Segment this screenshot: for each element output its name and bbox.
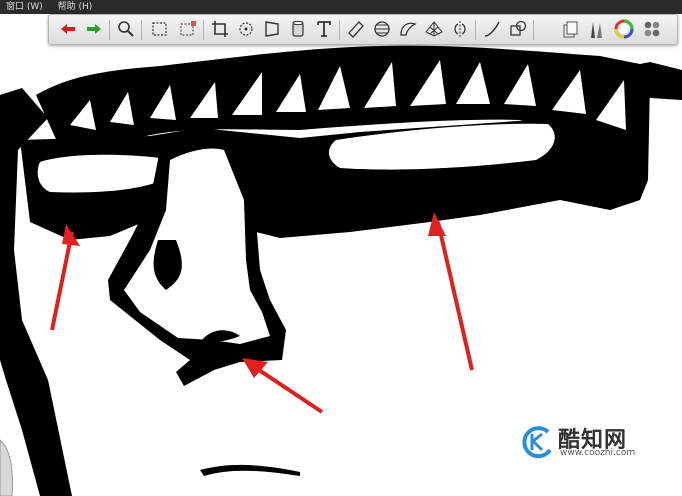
toolbar-separator: [533, 20, 534, 40]
toolbar-separator: [141, 20, 142, 40]
color-wheel-icon[interactable]: [613, 18, 635, 40]
ruler-icon[interactable]: [345, 18, 367, 40]
symmetry-icon[interactable]: [449, 18, 471, 40]
undo-icon[interactable]: [57, 18, 79, 40]
dock-fragment[interactable]: [0, 439, 13, 496]
menu-bar: 窗口 (W) 帮助 (H): [0, 0, 682, 14]
toolbar-separator: [339, 20, 340, 40]
coozhi-logo-icon: [522, 426, 552, 459]
ellipse-guide-icon[interactable]: [371, 18, 393, 40]
lasso-select-icon[interactable]: [177, 18, 199, 40]
magnify-icon[interactable]: [115, 18, 137, 40]
transform-icon[interactable]: [235, 18, 257, 40]
french-curve-icon[interactable]: [397, 18, 419, 40]
palette-grid-icon[interactable]: [641, 18, 663, 40]
perspective-icon[interactable]: [261, 18, 283, 40]
toolbar-separator: [203, 20, 204, 40]
perspective-grid-icon[interactable]: [423, 18, 445, 40]
toolbar-separator: [109, 20, 110, 40]
rect-select-icon[interactable]: [149, 18, 171, 40]
curve-icon[interactable]: [481, 18, 503, 40]
layers-icon[interactable]: [559, 18, 581, 40]
crop-icon[interactable]: [209, 18, 231, 40]
menu-window[interactable]: 窗口 (W): [0, 0, 49, 14]
toolbar-separator: [475, 20, 476, 40]
brush-icon[interactable]: [585, 18, 607, 40]
mouth-line: [200, 464, 300, 476]
paint-bucket-icon[interactable]: [287, 18, 309, 40]
shape-icon[interactable]: [507, 18, 529, 40]
redo-icon[interactable]: [83, 18, 105, 40]
menu-help[interactable]: 帮助 (H): [52, 0, 99, 14]
toolbar: [48, 14, 678, 45]
text-icon[interactable]: [313, 18, 335, 40]
watermark: 酷知网 www.coozhi.com: [518, 420, 678, 466]
watermark-url: www.coozhi.com: [560, 448, 636, 458]
